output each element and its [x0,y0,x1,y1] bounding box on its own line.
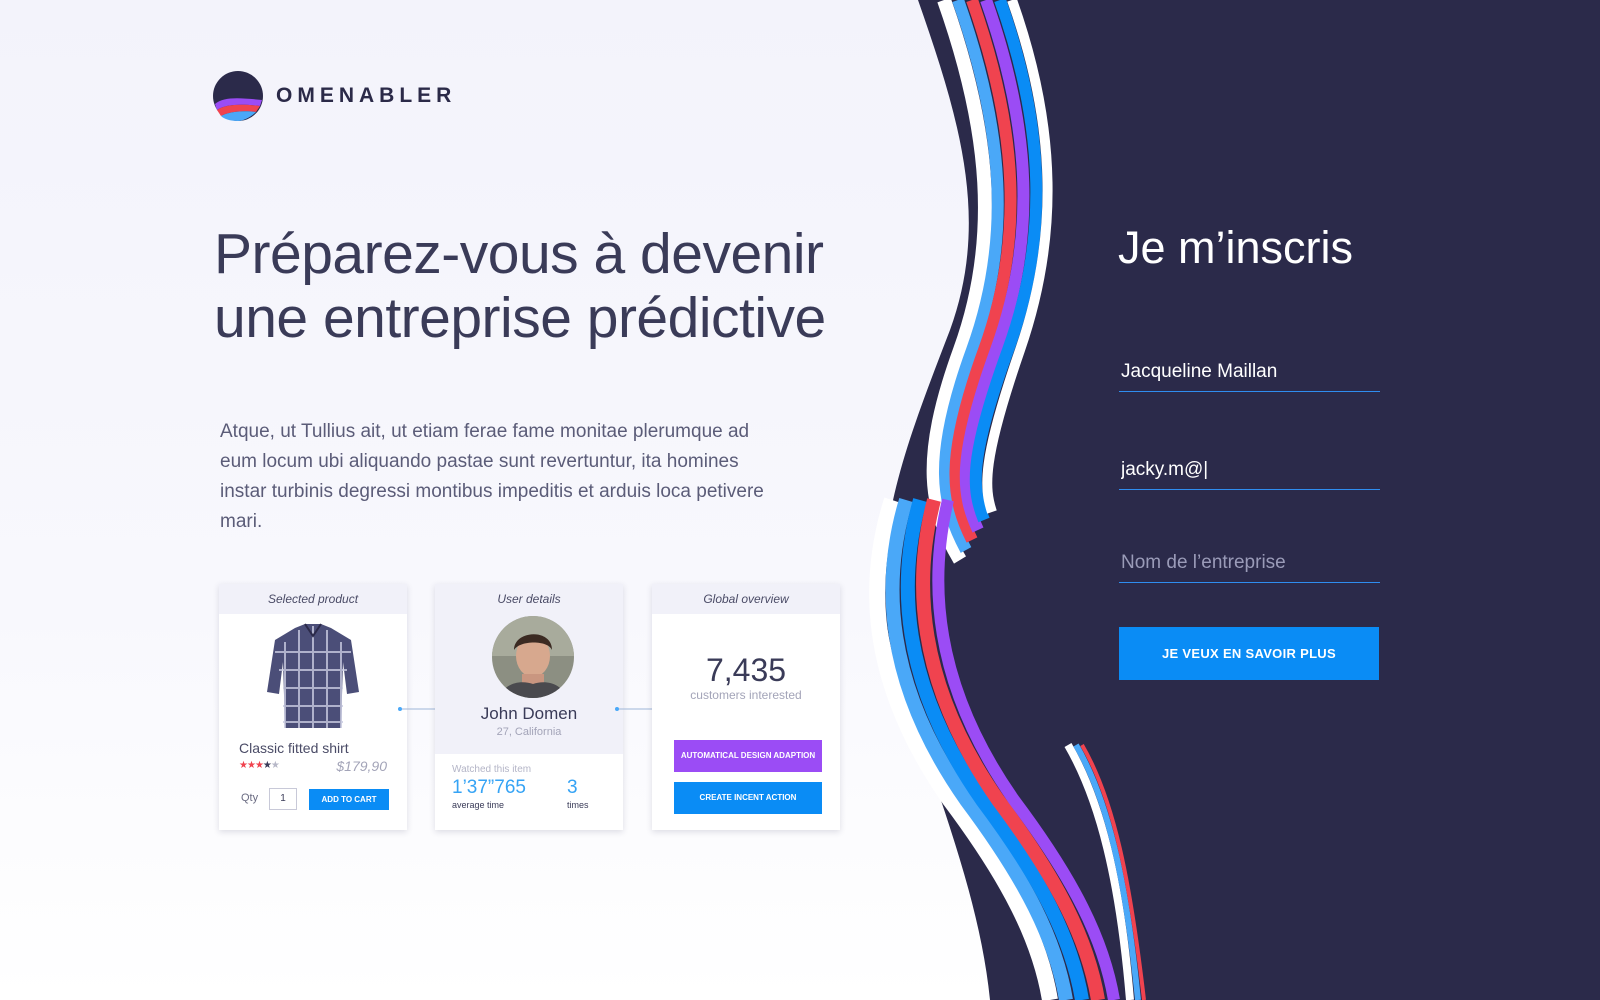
plaid-shirt-image [267,623,359,728]
times-value: 3 [567,777,578,798]
star-filled-icon: ★ [254,760,264,771]
star-filled-icon: ★ [239,760,248,771]
add-to-cart-button[interactable]: ADD TO CART [309,789,389,810]
product-price: $179,90 [336,758,387,774]
product-name: Classic fitted shirt [239,740,349,756]
hero-description: Atque, ut Tullius ait, ut etiam ferae fa… [220,421,764,532]
user-summary: John Domen 27, California [435,614,623,754]
global-overview-card: Global overview 7,435 customers interest… [652,584,840,830]
customers-count: 7,435 [705,652,787,688]
average-time-label: average time [452,800,505,810]
hero-title: Préparez-vous à devenir une entreprise p… [214,222,854,350]
create-incent-action-button[interactable]: CREATE INCENT ACTION [674,782,822,814]
user-details-card: User details John Domen 27, California W… [435,584,623,830]
card-header: User details [435,584,623,614]
automatical-design-button[interactable]: AUTOMATICAL DESIGN ADAPTION [674,740,822,772]
qty-input[interactable]: 1 [269,788,297,810]
card-header: Global overview [652,584,840,614]
user-portrait-icon [492,616,574,698]
star-filled-icon: ★ [246,760,256,771]
user-location: 27, California [496,726,562,738]
times-label: times [567,800,589,810]
selected-product-card: Selected product Classic fitted shirt ★★… [219,584,407,830]
watched-label: Watched this item [452,764,532,775]
name-field[interactable] [1119,352,1380,392]
company-field[interactable] [1119,543,1380,583]
omenabler-logo-icon [213,71,263,121]
signup-title: Je m’inscris [1118,222,1354,273]
brand-name: OMENABLER [276,84,457,107]
card-header: Selected product [219,584,407,614]
product-rating: ★★★★★ [239,760,280,771]
avatar [492,616,574,698]
email-field[interactable] [1119,450,1380,490]
star-empty-icon: ★ [270,760,280,771]
customers-count-label: customers interested [690,688,802,702]
user-name: John Domen [480,704,578,723]
submit-button[interactable]: JE VEUX EN SAVOIR PLUS [1119,627,1379,680]
star-filled-icon: ★ [262,760,272,771]
average-time-value: 1’37”765 [452,777,526,798]
qty-label: Qty [241,792,259,804]
hero-title-line-1: Préparez-vous à devenir [214,222,824,286]
hero-title-line-2: une entreprise prédictive [214,286,826,350]
brand-logo[interactable]: OMENABLER [212,70,456,122]
